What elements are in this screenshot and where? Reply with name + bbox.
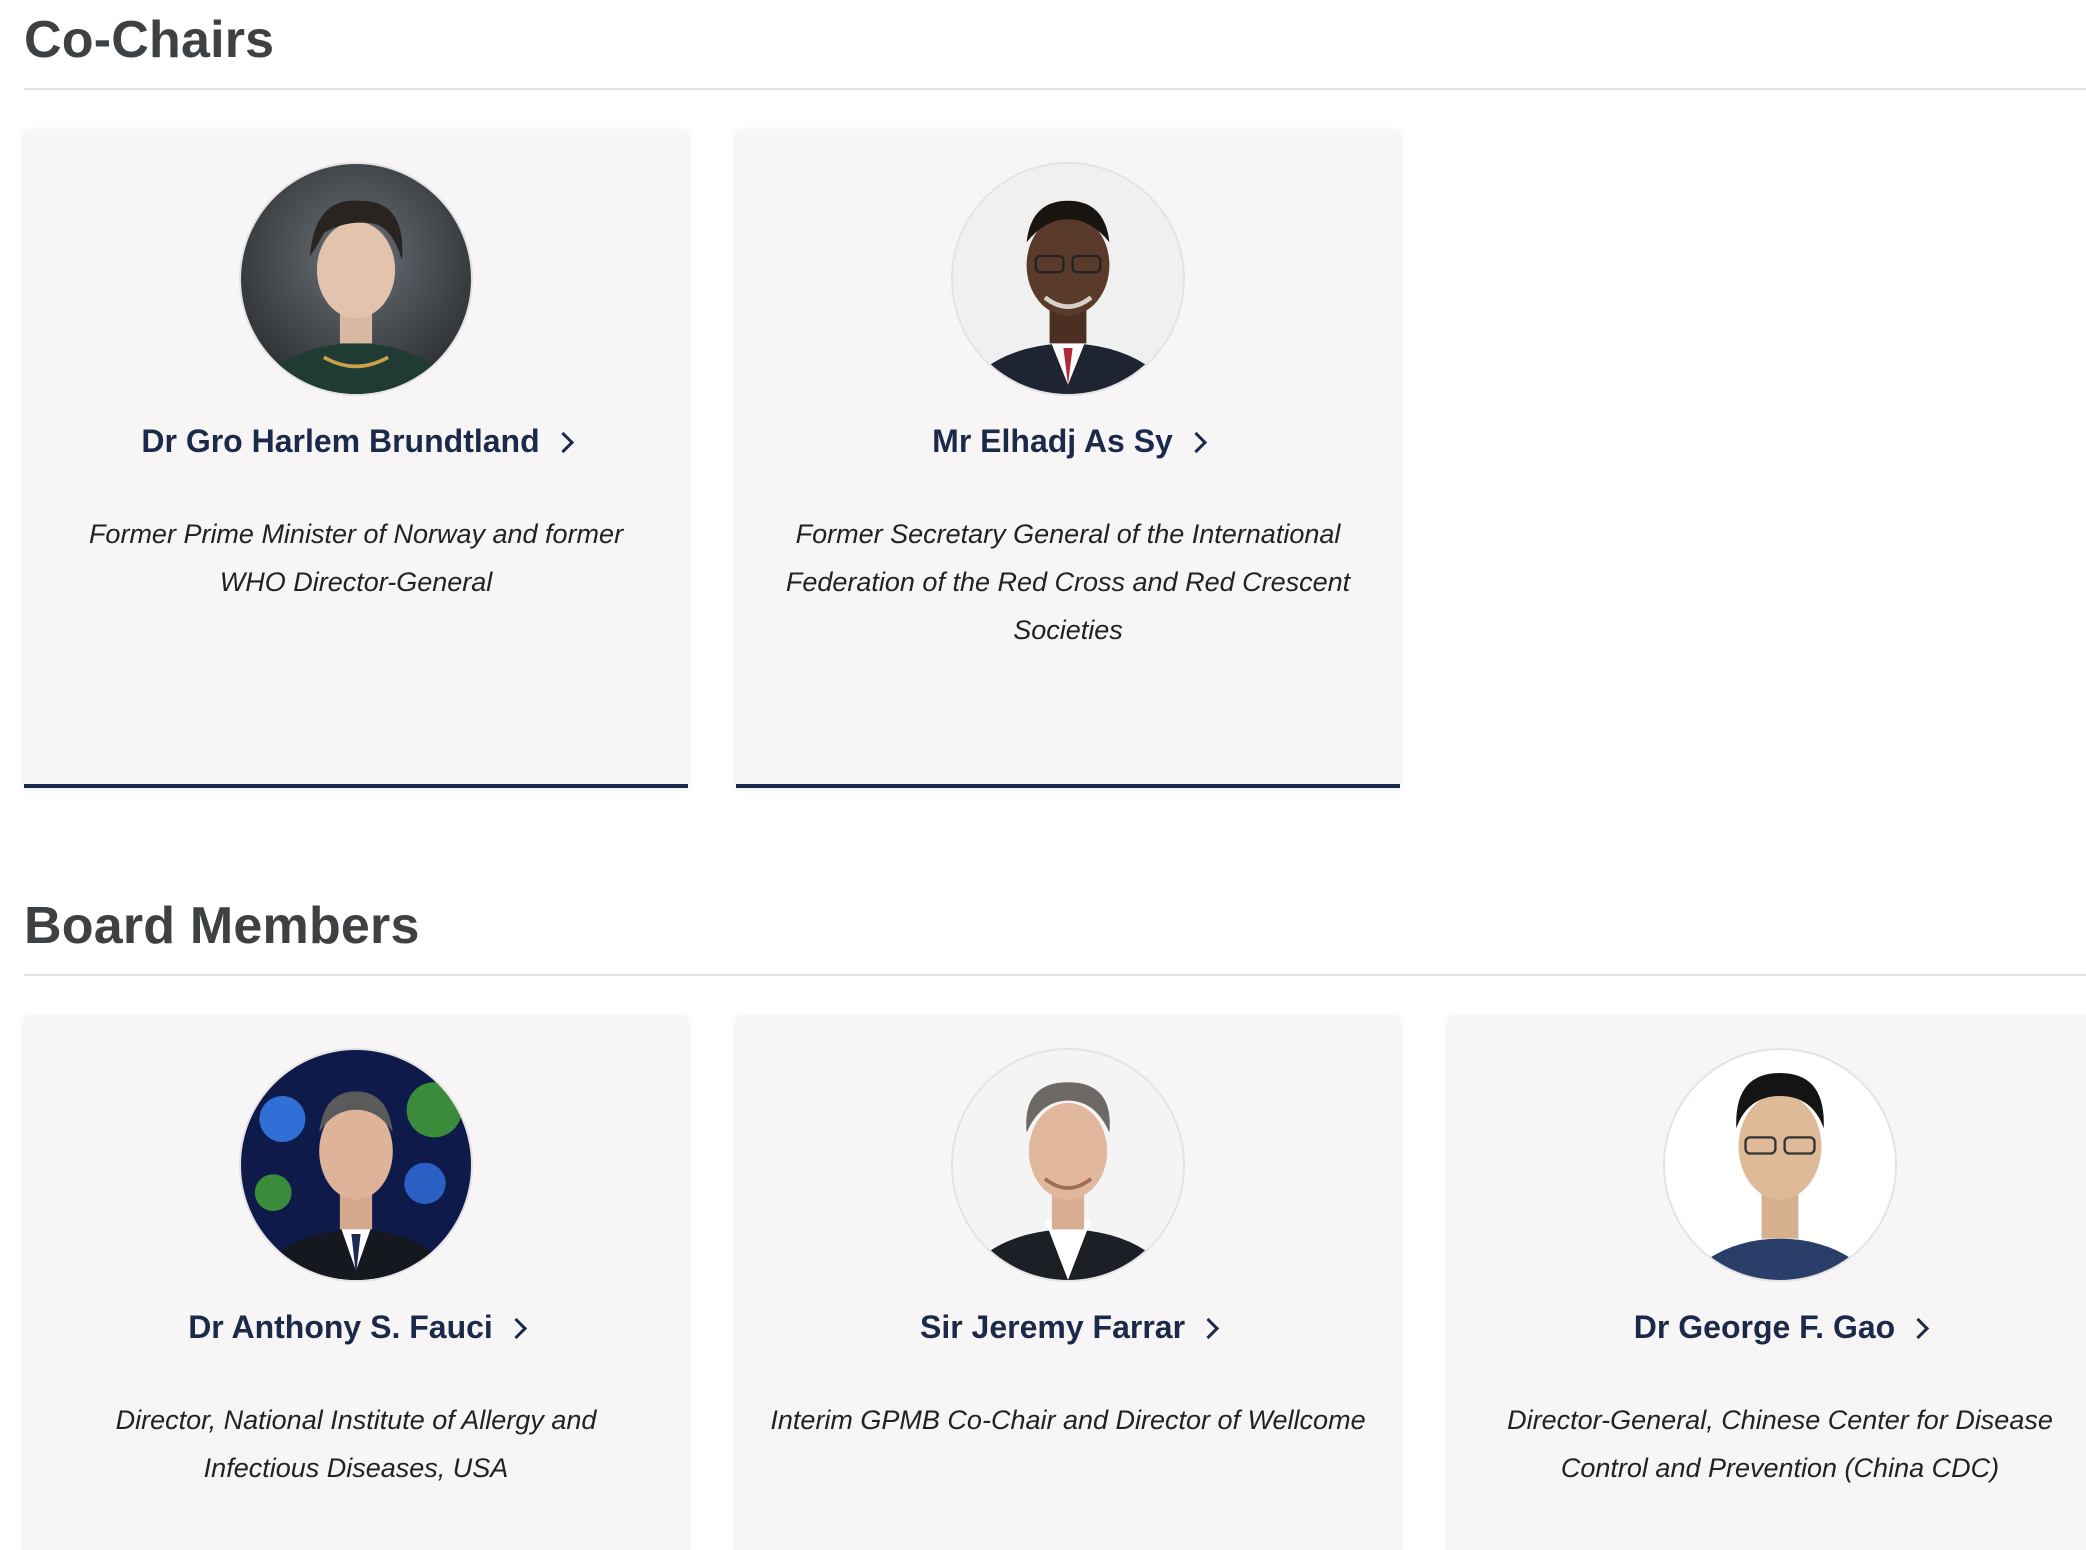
member-card[interactable]: Dr George F. Gao Director-General, Chine… [1448, 1016, 2086, 1550]
member-name: Sir Jeremy Farrar [919, 1309, 1186, 1345]
member-role: Director-General, Chinese Center for Dis… [1507, 1405, 2053, 1484]
member-name: Dr Gro Harlem Brundtland [141, 423, 540, 459]
member-name-link[interactable]: Sir Jeremy Farrar [919, 1308, 1220, 1346]
member-name: Dr Anthony S. Fauci [188, 1309, 493, 1345]
member-card[interactable]: Mr Elhadj As Sy Former Secretary General… [736, 130, 1400, 788]
section-divider [24, 88, 2086, 90]
chevron-right-icon [1908, 1317, 1930, 1339]
member-card[interactable]: Dr Anthony S. Fauci Director, National I… [24, 1016, 688, 1550]
member-card[interactable]: Dr Gro Harlem Brundtland Former Prime Mi… [24, 130, 688, 788]
member-card[interactable]: Sir Jeremy Farrar Interim GPMB Co-Chair … [736, 1016, 1400, 1550]
cochairs-heading: Co-Chairs [24, 11, 275, 69]
member-name-link[interactable]: Dr Anthony S. Fauci [188, 1308, 527, 1346]
portrait-image [239, 1048, 473, 1282]
member-role: Interim GPMB Co-Chair and Director of We… [770, 1405, 1366, 1436]
chevron-right-icon [552, 431, 574, 453]
board-section: Board Members Dr Anthony S. Fauci Direct… [24, 897, 2086, 1550]
member-role: Former Secretary General of the Internat… [785, 519, 1351, 646]
member-role: Former Prime Minister of Norway and form… [88, 519, 624, 598]
member-name-link[interactable]: Dr George F. Gao [1633, 1308, 1930, 1346]
portrait-image [1663, 1048, 1897, 1282]
member-name-link[interactable]: Mr Elhadj As Sy [932, 422, 1207, 460]
member-name: Dr George F. Gao [1633, 1309, 1896, 1345]
portrait-image [951, 162, 1185, 396]
member-name: Mr Elhadj As Sy [932, 423, 1173, 459]
chevron-right-icon [1197, 1317, 1220, 1339]
page: Co-Chairs Dr Gro Harlem Brundtland Forme… [0, 0, 2086, 1550]
section-divider [24, 974, 2086, 976]
member-role: Director, National Institute of Allergy … [115, 1405, 597, 1484]
cochairs-cards: Dr Gro Harlem Brundtland Former Prime Mi… [24, 130, 1400, 788]
chevron-right-icon [1185, 431, 1207, 453]
board-cards: Dr Anthony S. Fauci Director, National I… [24, 1016, 2086, 1550]
member-name-link[interactable]: Dr Gro Harlem Brundtland [141, 422, 574, 460]
cochairs-section: Co-Chairs Dr Gro Harlem Brundtland Forme… [24, 11, 2086, 788]
chevron-right-icon [505, 1317, 527, 1339]
portrait-image [239, 162, 473, 396]
board-heading: Board Members [24, 897, 420, 955]
portrait-image [951, 1048, 1185, 1282]
